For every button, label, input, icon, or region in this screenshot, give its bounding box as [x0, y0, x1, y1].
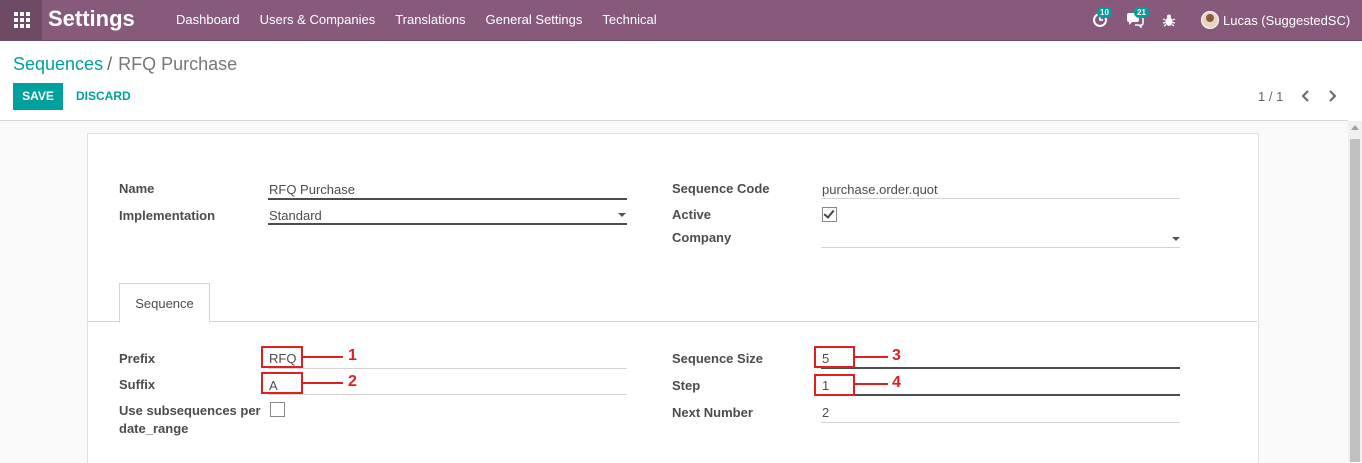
breadcrumb-current: RFQ Purchase — [118, 54, 238, 74]
breadcrumb-separator: / — [107, 54, 113, 74]
subsequences-checkbox[interactable] — [270, 402, 285, 417]
save-button[interactable]: SAVE — [13, 83, 63, 110]
sequence-size-underline — [821, 367, 1180, 369]
annotation-number-4: 4 — [892, 374, 901, 391]
implementation-underline — [268, 223, 627, 225]
prefix-underline — [268, 368, 627, 369]
next-number-field[interactable]: 2 — [822, 405, 829, 420]
activity-count-badge: 10 — [1097, 7, 1112, 18]
annotation-number-3: 3 — [892, 347, 901, 364]
check-icon — [823, 207, 835, 219]
company-label: Company — [672, 230, 732, 245]
annotation-box-size — [814, 346, 855, 368]
prefix-label: Prefix — [119, 351, 156, 366]
sequence-size-label: Sequence Size — [672, 351, 764, 366]
name-field[interactable]: RFQ Purchase — [269, 182, 355, 197]
next-number-underline — [821, 422, 1180, 423]
avatar — [1201, 11, 1219, 29]
company-underline — [821, 247, 1180, 248]
name-field-underline — [268, 198, 627, 200]
active-label: Active — [672, 207, 712, 222]
name-label: Name — [119, 181, 155, 196]
main-menu: Dashboard Users & Companies Translations… — [166, 0, 667, 40]
chevron-left-icon[interactable] — [1298, 88, 1314, 104]
menu-item-users-companies[interactable]: Users & Companies — [250, 0, 386, 40]
apps-grid-icon — [14, 12, 30, 28]
implementation-select[interactable]: Standard — [269, 208, 322, 223]
annotation-box-suffix — [261, 372, 303, 394]
debug-button[interactable] — [1160, 0, 1178, 40]
suffix-underline — [268, 394, 627, 395]
chevron-down-icon[interactable] — [1172, 237, 1180, 241]
chevron-down-icon[interactable] — [618, 213, 626, 217]
sequence-code-field[interactable]: purchase.order.quot — [822, 182, 938, 197]
menu-item-technical[interactable]: Technical — [592, 0, 666, 40]
user-menu[interactable]: Lucas (SuggestedSC) — [1201, 0, 1350, 40]
tabs-divider — [87, 321, 1257, 322]
annotation-number-2: 2 — [348, 373, 357, 390]
tab-sequence[interactable]: Sequence — [119, 283, 210, 323]
apps-menu-button[interactable] — [0, 0, 42, 40]
vertical-scrollbar[interactable] — [1348, 121, 1362, 462]
menu-item-general-settings[interactable]: General Settings — [476, 0, 593, 40]
activity-button[interactable]: 10 — [1090, 0, 1116, 40]
annotation-number-1: 1 — [348, 347, 357, 364]
subsequences-label: Use subsequences per — [119, 403, 261, 418]
sequence-code-underline — [821, 198, 1180, 199]
annotation-box-step — [814, 374, 855, 396]
messages-button[interactable]: 21 — [1126, 0, 1152, 40]
user-name: Lucas (SuggestedSC) — [1223, 12, 1351, 28]
bug-icon — [1162, 14, 1176, 27]
scrollbar-thumb[interactable] — [1350, 139, 1360, 462]
discard-button[interactable]: DISCARD — [76, 83, 131, 110]
annotation-line-2 — [303, 382, 343, 384]
menu-item-translations[interactable]: Translations — [385, 0, 475, 40]
annotation-line-3 — [855, 356, 888, 358]
suffix-label: Suffix — [119, 377, 156, 392]
step-label: Step — [672, 378, 701, 393]
scroll-up-arrow-icon[interactable] — [1351, 125, 1359, 130]
active-checkbox[interactable] — [822, 207, 837, 222]
implementation-label: Implementation — [119, 208, 216, 223]
messages-count-badge: 21 — [1134, 7, 1149, 18]
top-navbar: Settings Dashboard Users & Companies Tra… — [0, 0, 1362, 41]
annotation-line-1 — [303, 356, 343, 358]
sequence-code-label: Sequence Code — [672, 181, 770, 196]
breadcrumb-sequences-link[interactable]: Sequences — [13, 54, 103, 74]
next-number-label: Next Number — [672, 405, 753, 420]
subsequences-label-line2: date_range — [119, 421, 189, 436]
app-title: Settings — [48, 6, 135, 31]
annotation-box-prefix — [261, 346, 303, 368]
step-underline — [821, 394, 1180, 396]
pager-value[interactable]: 1 / 1 — [1258, 89, 1283, 104]
chevron-right-icon[interactable] — [1324, 88, 1340, 104]
annotation-line-4 — [855, 383, 888, 385]
breadcrumb: Sequences / RFQ Purchase — [13, 54, 237, 75]
menu-item-dashboard[interactable]: Dashboard — [166, 0, 250, 40]
